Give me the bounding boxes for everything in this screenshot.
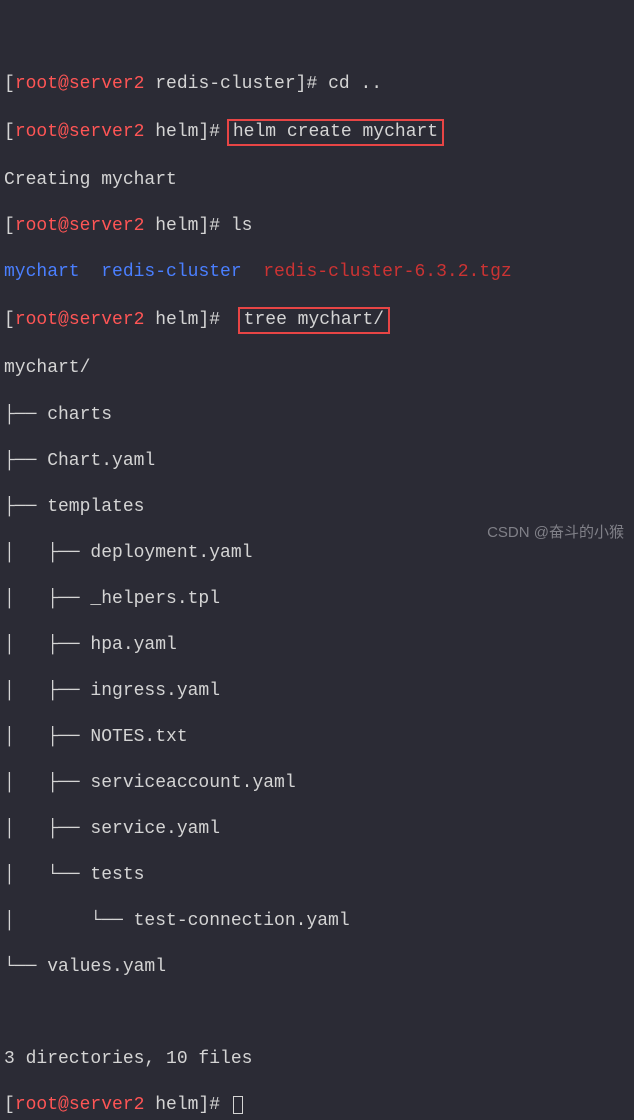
dir-name: redis-cluster [80,262,242,282]
prompt-path: helm [144,216,198,236]
command-text: tree mychart/ [244,310,384,330]
cursor-icon [233,1096,243,1114]
tree-line: │ ├── ingress.yaml [4,680,630,703]
prompt-user: root@server2 [15,310,145,330]
prompt-path: helm [144,122,198,142]
bracket: [ [4,310,15,330]
tree-line: │ └── tests [4,864,630,887]
bracket: [ [4,1095,15,1115]
prompt-path: helm [144,310,198,330]
tree-line: └── values.yaml [4,956,630,979]
tree-line: │ ├── hpa.yaml [4,634,630,657]
terminal-line-4: [root@server2 helm]# ls [4,215,630,238]
command-text: cd .. [328,74,382,94]
prompt-path: redis-cluster [144,74,295,94]
prompt-suffix: ]# [198,1095,230,1115]
tree-summary: 3 directories, 10 files [4,1048,630,1071]
prompt-user: root@server2 [15,1095,145,1115]
tree-line: │ ├── _helpers.tpl [4,588,630,611]
tree-line: │ ├── deployment.yaml [4,542,630,565]
tree-line: │ ├── NOTES.txt [4,726,630,749]
tree-line: ├── Chart.yaml [4,450,630,473]
prompt-suffix: ]# [198,216,230,236]
ls-output: mychart redis-cluster redis-cluster-6.3.… [4,261,630,284]
highlight-box-1: helm create mychart [227,119,444,146]
prompt-user: root@server2 [15,216,145,236]
terminal-line-2: [root@server2 helm]# helm create mychart [4,119,630,146]
tree-line: │ └── test-connection.yaml [4,910,630,933]
terminal-line-6: [root@server2 helm]# tree mychart/ [4,307,630,334]
bracket: [ [4,74,15,94]
prompt-suffix: ]# [198,310,230,330]
tree-line: ├── charts [4,404,630,427]
tree-root: mychart/ [4,357,630,380]
highlight-box-2: tree mychart/ [238,307,390,334]
blank-line [4,1002,630,1025]
dir-name: mychart [4,262,80,282]
tree-line: │ ├── service.yaml [4,818,630,841]
command-text: ls [231,216,253,236]
tree-line: │ ├── serviceaccount.yaml [4,772,630,795]
archive-name: redis-cluster-6.3.2.tgz [242,262,512,282]
watermark-text: CSDN @奋斗的小猴 [487,523,624,542]
terminal-prompt-final[interactable]: [root@server2 helm]# [4,1094,630,1117]
bracket: [ [4,122,15,142]
bracket: [ [4,216,15,236]
output-line: Creating mychart [4,169,630,192]
tree-line: ├── templates [4,496,630,519]
prompt-user: root@server2 [15,122,145,142]
terminal-line-1: [root@server2 redis-cluster]# cd .. [4,73,630,96]
prompt-suffix: ]# [296,74,328,94]
prompt-user: root@server2 [15,74,145,94]
command-text: helm create mychart [233,122,438,142]
prompt-path: helm [144,1095,198,1115]
